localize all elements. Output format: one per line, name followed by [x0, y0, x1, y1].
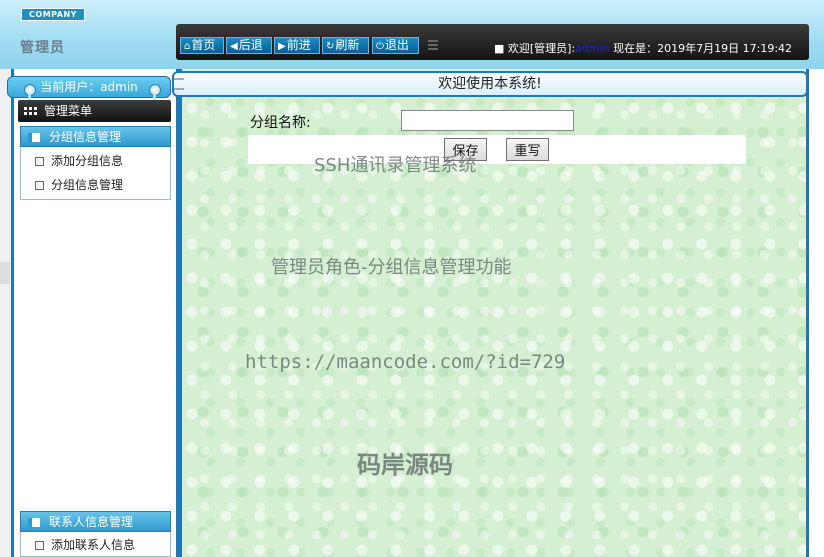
power-icon: ⏻ [376, 41, 384, 52]
folder-icon [28, 518, 40, 527]
forward-button[interactable]: ▶前进 [274, 37, 320, 54]
watermark-system-name: SSH通讯录管理系统 [314, 155, 477, 176]
group-header-contact-info[interactable]: 联系人信息管理 [20, 511, 171, 532]
window-edge [0, 69, 11, 557]
content-area [185, 98, 806, 557]
document-icon [35, 541, 44, 550]
home-icon: ⌂ [184, 41, 191, 52]
group-title: 分组信息管理 [49, 130, 122, 144]
sidebar-item-label: 分组信息管理 [51, 178, 124, 192]
sidebar-item-label: 添加分组信息 [51, 154, 124, 168]
top-header: COMPANY 管理员 ⌂首页 ◀后退 ▶前进 ↻刷新 ⏻退出 ■ 欢迎[管理员… [0, 0, 824, 69]
status-user: admin [575, 42, 610, 55]
company-logo: COMPANY [21, 8, 85, 21]
logout-label: 退出 [384, 38, 409, 52]
sidebar-item-manage-group[interactable]: 分组信息管理 [21, 173, 170, 197]
refresh-button[interactable]: ↻刷新 [322, 37, 369, 54]
document-icon [35, 181, 44, 190]
watermark-url: https://maancode.com/?id=729 [245, 351, 566, 373]
group-title: 联系人信息管理 [49, 515, 134, 529]
group-header-group-info[interactable]: 分组信息管理 [20, 126, 171, 147]
sidebar-item-label: 添加联系人信息 [51, 538, 136, 552]
welcome-bar: 欢迎使用本系统! [172, 71, 808, 97]
group-name-label: 分组名称: [250, 115, 311, 131]
group-name-input[interactable] [401, 110, 574, 131]
edge-marker [0, 262, 10, 284]
refresh-icon: ↻ [326, 41, 335, 52]
home-label: 首页 [191, 38, 216, 52]
refresh-label: 刷新 [335, 38, 360, 52]
sidebar-item-add-group[interactable]: 添加分组信息 [21, 149, 170, 173]
toolbar-grip-icon [428, 40, 438, 50]
back-button[interactable]: ◀后退 [226, 37, 272, 54]
arrow-right-icon: ▶ [278, 41, 286, 52]
arrow-left-icon: ◀ [230, 41, 238, 52]
group-body-group-info: 添加分组信息 分组信息管理 [20, 147, 171, 200]
logout-button[interactable]: ⏻退出 [372, 37, 419, 54]
watermark-brand: 码岸源码 [357, 451, 453, 479]
role-title: 管理员 [20, 40, 65, 56]
reset-button[interactable]: 重写 [506, 138, 549, 161]
folder-icon [28, 133, 40, 142]
welcome-grip-icon [174, 78, 184, 90]
top-toolbar: ⌂首页 ◀后退 ▶前进 ↻刷新 ⏻退出 ■ 欢迎[管理员]:admin 现在是：… [176, 24, 809, 60]
grid-icon [24, 107, 37, 115]
sidebar-item-add-contact[interactable]: 添加联系人信息 [21, 533, 170, 557]
forward-label: 前进 [286, 38, 311, 52]
document-icon [35, 157, 44, 166]
menu-header: 管理菜单 [18, 100, 171, 122]
menu-title: 管理菜单 [44, 104, 93, 118]
group-body-contact-info: 添加联系人信息 [20, 532, 171, 557]
status-time: 现在是：2019年7月19日 17:19:42 [609, 42, 793, 55]
watermark-feature: 管理员角色-分组信息管理功能 [271, 257, 512, 278]
status-prefix: ■ 欢迎[管理员]: [494, 42, 576, 55]
welcome-status: ■ 欢迎[管理员]:admin 现在是：2019年7月19日 17:19:42 [494, 40, 792, 56]
home-button[interactable]: ⌂首页 [180, 37, 224, 54]
back-label: 后退 [238, 38, 263, 52]
